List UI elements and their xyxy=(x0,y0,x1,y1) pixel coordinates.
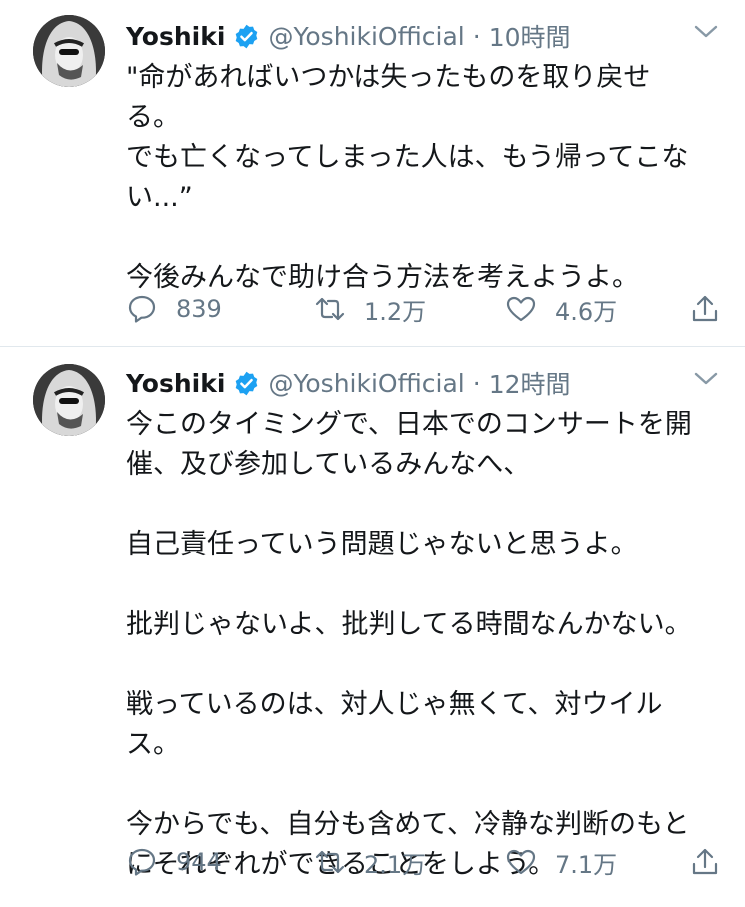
share-icon xyxy=(692,295,718,322)
share-icon xyxy=(692,848,718,875)
share-button[interactable] xyxy=(689,293,721,325)
like-button[interactable]: 7.1万 xyxy=(505,845,687,880)
author-handle[interactable]: @YoshikiOfficial xyxy=(268,369,464,398)
share-button[interactable] xyxy=(689,846,721,878)
avatar[interactable] xyxy=(33,364,105,436)
tweet[interactable]: Yoshiki @YoshikiOfficial · 10時間 "命があればいつ… xyxy=(0,0,745,347)
verified-badge-icon xyxy=(236,24,258,48)
author-name[interactable]: Yoshiki xyxy=(126,22,225,51)
timestamp[interactable]: 12時間 xyxy=(489,365,571,401)
reply-icon xyxy=(128,848,156,876)
tweet-paragraph: 戦っているのは、対人じゃ無くて、対ウイル ス。 xyxy=(126,689,663,760)
tweet-paragraph: "命があればいつかは失ったものを取り戻せ る。 でも亡くなってしまった人は、もう… xyxy=(126,62,689,213)
like-count: 7.1万 xyxy=(555,850,618,879)
action-bar: 944 2.1万 7.1万 xyxy=(126,842,721,882)
retweet-icon xyxy=(315,850,345,874)
retweet-count: 1.2万 xyxy=(364,297,427,326)
retweet-button[interactable]: 1.2万 xyxy=(314,292,505,327)
like-count: 4.6万 xyxy=(555,297,618,326)
reply-count: 944 xyxy=(176,848,222,876)
avatar[interactable] xyxy=(33,15,105,87)
tweet-paragraph: 今このタイミングで、日本でのコンサートを開 催、及び参加しているみんなへ、 xyxy=(126,409,692,480)
chevron-down-icon[interactable] xyxy=(693,369,719,389)
separator: · xyxy=(472,368,481,398)
chevron-down-icon[interactable] xyxy=(693,22,719,42)
retweet-count: 2.1万 xyxy=(364,850,427,879)
retweet-icon xyxy=(315,297,345,321)
tweet[interactable]: Yoshiki @YoshikiOfficial · 12時間 今このタイミング… xyxy=(0,347,745,907)
tweet-header: Yoshiki @YoshikiOfficial · 12時間 xyxy=(126,365,571,401)
action-bar: 839 1.2万 4.6万 xyxy=(126,289,721,329)
tweet-paragraph: 批判じゃないよ、批判してる時間なんかない。 xyxy=(126,609,692,640)
retweet-button[interactable]: 2.1万 xyxy=(314,845,505,880)
heart-icon xyxy=(506,296,536,322)
author-name[interactable]: Yoshiki xyxy=(126,369,225,398)
like-button[interactable]: 4.6万 xyxy=(505,292,687,327)
reply-button[interactable]: 839 xyxy=(126,293,314,325)
timestamp[interactable]: 10時間 xyxy=(489,18,571,54)
tweet-text: 今このタイミングで、日本でのコンサートを開 催、及び参加しているみんなへ、 自己… xyxy=(126,405,726,885)
reply-button[interactable]: 944 xyxy=(126,846,314,878)
reply-icon xyxy=(128,295,156,323)
tweet-header: Yoshiki @YoshikiOfficial · 10時間 xyxy=(126,18,571,54)
separator: · xyxy=(472,21,481,51)
reply-count: 839 xyxy=(176,295,222,323)
heart-icon xyxy=(506,849,536,875)
verified-badge-icon xyxy=(236,371,258,395)
tweet-text: "命があればいつかは失ったものを取り戻せ る。 でも亡くなってしまった人は、もう… xyxy=(126,58,726,298)
tweet-paragraph: 自己責任っていう問題じゃないと思うよ。 xyxy=(126,529,638,560)
author-handle[interactable]: @YoshikiOfficial xyxy=(268,22,464,51)
